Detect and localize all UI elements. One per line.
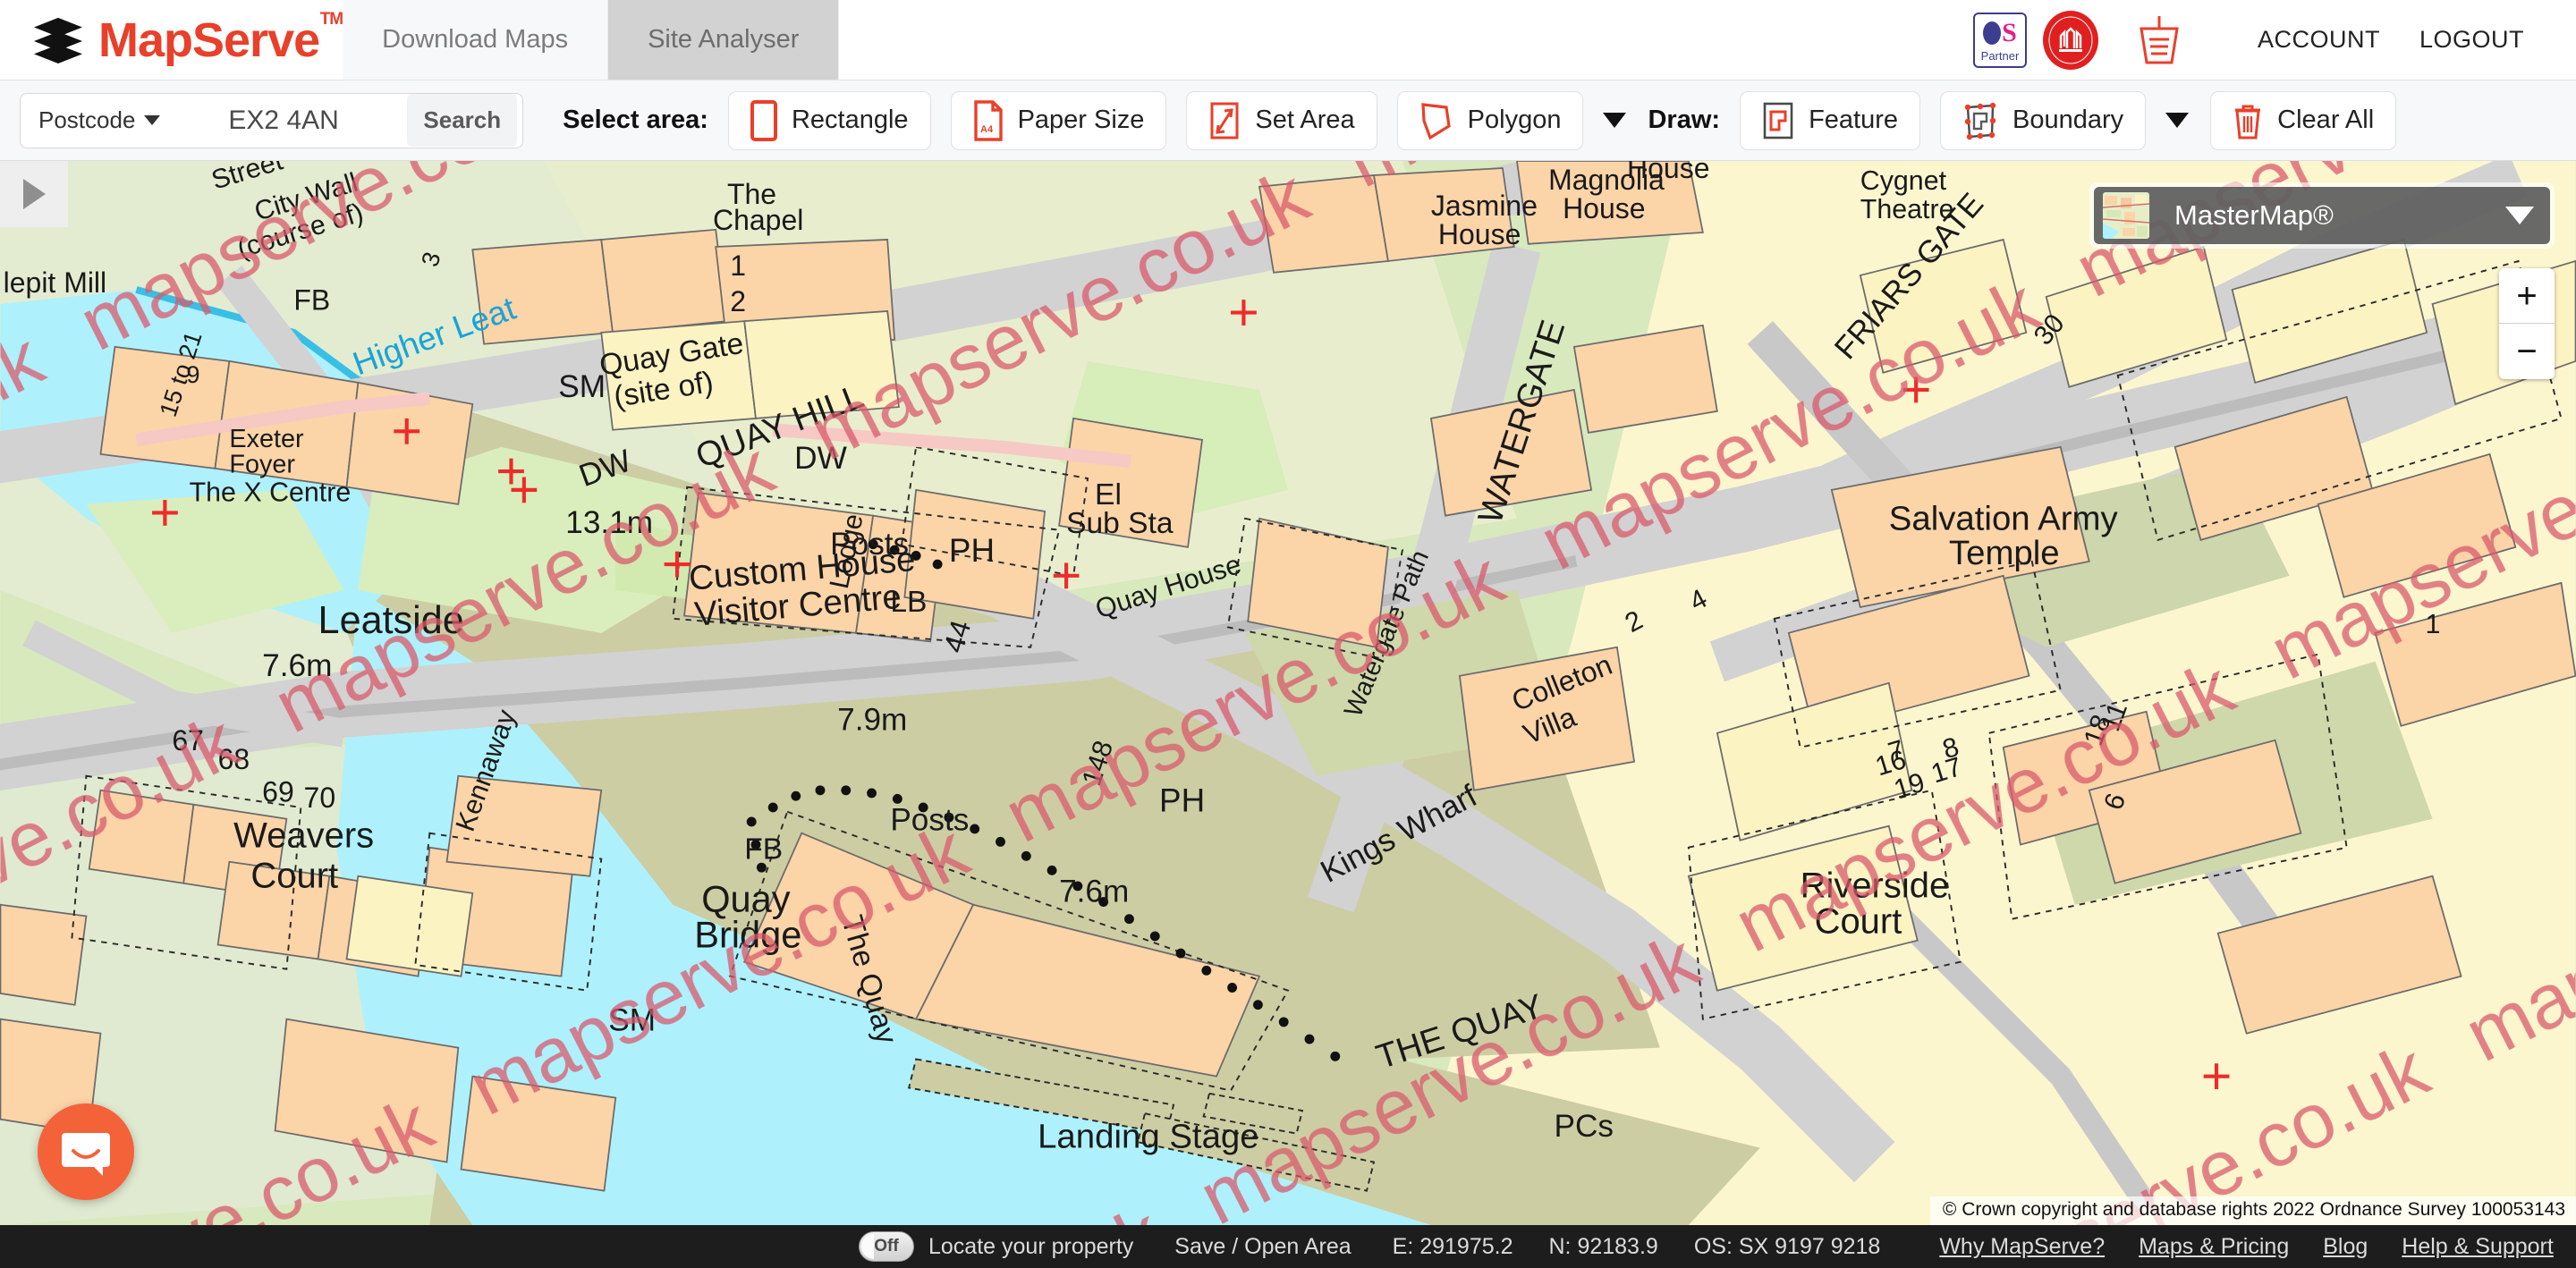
header-right-group: S Partner ACCOUNT LOGOUT bbox=[1972, 0, 2576, 80]
maps-pricing-link[interactable]: Maps & Pricing bbox=[2139, 1234, 2289, 1260]
boundary-icon bbox=[1964, 102, 1996, 139]
os-grid-value: OS: SX 9197 9218 bbox=[1693, 1233, 1881, 1259]
northing-value: N: 92183.9 bbox=[1548, 1233, 1658, 1259]
search-group: Postcode Search bbox=[20, 92, 524, 148]
play-triangle-icon bbox=[22, 179, 46, 209]
layer-selector-label: MasterMap® bbox=[2174, 199, 2334, 231]
chevron-down-icon bbox=[144, 115, 161, 125]
paper-size-tool-button[interactable]: A4 Paper Size bbox=[950, 90, 1167, 150]
header-spacer bbox=[839, 0, 1973, 80]
draw-more-chevron-down-icon[interactable] bbox=[2165, 113, 2190, 128]
footer-links: Why MapServe? Maps & Pricing Blog Help &… bbox=[1939, 1234, 2554, 1260]
tab-site-analyser[interactable]: Site Analyser bbox=[608, 0, 840, 80]
save-open-area-button[interactable]: Save / Open Area bbox=[1174, 1234, 1351, 1260]
set-area-tool-button[interactable]: Set Area bbox=[1186, 90, 1377, 150]
os-partner-s: S bbox=[2002, 17, 2017, 47]
trash-icon bbox=[2235, 105, 2261, 139]
map-canvas[interactable]: mapserve.co.uk bbox=[0, 161, 2576, 1225]
chevron-down-icon bbox=[2505, 207, 2534, 224]
intercom-chat-icon bbox=[62, 1133, 110, 1176]
brand-logo[interactable]: MapServe TM bbox=[0, 0, 343, 80]
polygon-icon bbox=[1420, 102, 1451, 139]
tab-download-maps-label: Download Maps bbox=[382, 25, 569, 54]
zoom-controls: + − bbox=[2499, 268, 2555, 379]
account-link[interactable]: ACCOUNT bbox=[2238, 26, 2400, 54]
feature-icon bbox=[1763, 102, 1793, 139]
coordinate-readout: E: 291975.2 N: 92183.9 OS: SX 9197 9218 bbox=[1393, 1234, 1881, 1260]
paper-size-tool-label: Paper Size bbox=[1017, 106, 1145, 134]
locate-property-label[interactable]: Locate your property bbox=[928, 1234, 1133, 1260]
map-vector-layer: mapserve.co.uk bbox=[0, 161, 2576, 1225]
polygon-tool-label: Polygon bbox=[1467, 106, 1562, 134]
map-attribution: © Crown copyright and database rights 20… bbox=[1929, 1196, 2576, 1225]
top-header: MapServe TM Download Maps Site Analyser … bbox=[0, 0, 2576, 80]
search-input[interactable] bbox=[174, 105, 408, 136]
rectangle-icon bbox=[750, 99, 777, 141]
riba-seal-icon bbox=[2043, 11, 2097, 69]
zoom-in-button[interactable]: + bbox=[2499, 268, 2555, 324]
rectangle-tool-label: Rectangle bbox=[791, 106, 909, 134]
search-mode-label: Postcode bbox=[38, 106, 136, 133]
status-bar: Off Locate your property Save / Open Are… bbox=[0, 1225, 2576, 1268]
layers-icon bbox=[34, 17, 82, 63]
help-support-link[interactable]: Help & Support bbox=[2402, 1234, 2554, 1260]
feature-tool-button[interactable]: Feature bbox=[1740, 90, 1921, 150]
os-partner-o bbox=[1983, 21, 2002, 45]
brand-name: MapServe bbox=[98, 13, 320, 67]
zoom-out-button[interactable]: − bbox=[2499, 324, 2555, 379]
rectangle-tool-button[interactable]: Rectangle bbox=[727, 90, 931, 150]
side-panel-toggle[interactable] bbox=[0, 161, 68, 227]
why-mapserve-link[interactable]: Why MapServe? bbox=[1939, 1234, 2105, 1260]
main-toolbar: Postcode Search Select area: Rectangle A… bbox=[0, 80, 2576, 161]
svg-text:A4: A4 bbox=[980, 124, 994, 135]
set-area-arrow-icon bbox=[1210, 102, 1239, 139]
os-partner-badge: S Partner bbox=[1972, 12, 2027, 68]
os-partner-label: Partner bbox=[1980, 48, 2020, 63]
layer-selector[interactable]: MasterMap® bbox=[2089, 182, 2555, 249]
brand-wordmark: MapServe TM bbox=[98, 11, 343, 67]
polygon-tool-button[interactable]: Polygon bbox=[1396, 90, 1584, 150]
tab-download-maps[interactable]: Download Maps bbox=[343, 0, 609, 80]
easting-value: E: 291975.2 bbox=[1392, 1233, 1513, 1259]
brand-tm: TM bbox=[319, 9, 343, 29]
tab-site-analyser-label: Site Analyser bbox=[648, 25, 800, 54]
basket-icon[interactable] bbox=[2134, 14, 2184, 66]
riba-cpd-badge bbox=[2042, 10, 2098, 70]
set-area-tool-label: Set Area bbox=[1255, 106, 1355, 134]
layer-selector-inner: MasterMap® bbox=[2094, 187, 2550, 244]
search-button[interactable]: Search bbox=[407, 94, 518, 147]
map-thumbnail-icon bbox=[2103, 192, 2149, 239]
clear-all-button[interactable]: Clear All bbox=[2210, 90, 2397, 150]
locate-toggle-label: Off bbox=[874, 1237, 899, 1255]
boundary-tool-label: Boundary bbox=[2012, 106, 2124, 134]
blog-link[interactable]: Blog bbox=[2323, 1234, 2368, 1260]
logout-link[interactable]: LOGOUT bbox=[2400, 26, 2544, 54]
boundary-tool-button[interactable]: Boundary bbox=[1940, 90, 2147, 150]
intercom-chat-button[interactable] bbox=[38, 1103, 134, 1200]
os-partner-glyphs: S bbox=[1983, 18, 2017, 48]
select-area-more-chevron-down-icon[interactable] bbox=[1603, 113, 1627, 128]
clear-all-label: Clear All bbox=[2277, 106, 2375, 134]
feature-tool-label: Feature bbox=[1809, 106, 1899, 134]
paper-a4-icon: A4 bbox=[973, 99, 1003, 141]
draw-label: Draw: bbox=[1648, 106, 1721, 134]
locate-property-toggle[interactable]: Off bbox=[859, 1231, 914, 1262]
search-mode-select[interactable]: Postcode bbox=[38, 106, 174, 134]
select-area-label: Select area: bbox=[563, 106, 708, 134]
